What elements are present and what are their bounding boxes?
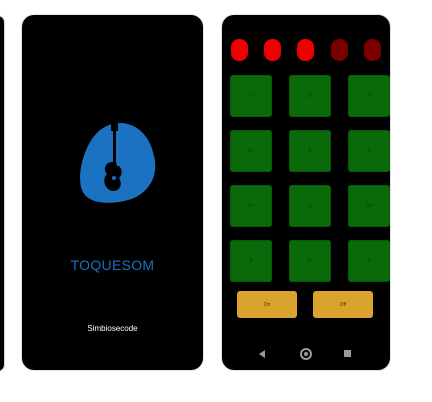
splash-screenshot[interactable]: TOQUESOM Simbiosecode: [22, 15, 203, 370]
led-indicator: [364, 39, 381, 61]
app-name-title: TOQUESOM: [70, 257, 155, 273]
note-pad[interactable]: G: [289, 185, 331, 227]
note-pad[interactable]: F: [348, 130, 390, 172]
led-indicator: [231, 39, 248, 61]
note-pad[interactable]: E: [289, 130, 331, 172]
adjacent-screenshot-edge: [0, 15, 5, 372]
recents-icon[interactable]: [344, 350, 351, 357]
note-pad[interactable]: G#: [348, 185, 390, 227]
note-pad[interactable]: A#: [289, 240, 331, 282]
note-pad[interactable]: D: [348, 75, 390, 117]
note-pad[interactable]: F#: [230, 185, 272, 227]
note-pad[interactable]: D#: [230, 130, 272, 172]
led-indicator: [331, 39, 348, 61]
note-pad[interactable]: B: [348, 240, 390, 282]
android-nav-bar: [222, 342, 390, 370]
guitar-pick-logo-icon: [80, 122, 156, 203]
off-button[interactable]: Off: [313, 291, 373, 318]
led-indicator: [264, 39, 281, 61]
note-pad[interactable]: C: [230, 75, 272, 117]
note-pad[interactable]: A: [230, 240, 272, 282]
home-icon[interactable]: [300, 348, 312, 360]
developer-label: Simbiosecode: [87, 324, 138, 333]
pad-screenshot[interactable]: C C# D D# E F F# G G# A A# B On Off: [222, 15, 390, 370]
on-button[interactable]: On: [237, 291, 297, 318]
led-indicator: [297, 39, 314, 61]
back-icon[interactable]: [259, 350, 265, 358]
note-pad[interactable]: C#: [289, 75, 331, 117]
